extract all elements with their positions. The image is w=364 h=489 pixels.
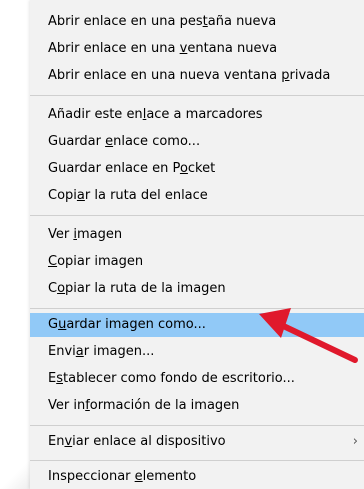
menu-item-text: Guardar [48,134,106,149]
menu-item-accesskey: v [64,434,73,449]
menu-item-text: ace a marcadores [146,107,263,122]
menu-item-text: cket [187,161,216,176]
menu-separator [30,215,364,216]
menu-item-text: Envi [48,344,76,359]
menu-item-text: Abrir enlace en una nueva ventana [48,68,282,83]
menu-separator [30,308,364,309]
menu-item-text: ormación de la imagen [89,398,240,413]
menu-item-text: nlace como... [113,134,201,149]
menu-item-accesskey: o [57,281,66,296]
menu-item-accesskey: o [179,161,188,176]
menu-item-save-link-pocket[interactable]: Guardar enlace en Pocket [30,157,364,181]
menu-item-text: opiar imagen [57,254,144,269]
menu-item-accesskey: s [56,371,63,386]
menu-item-accesskey: e [105,134,114,149]
menu-item-open-link-new-tab[interactable]: Abrir enlace en una pestaña nueva [30,10,364,34]
context-menu: Abrir enlace en una pestaña nueva Abrir … [30,0,364,489]
menu-item-view-image-info[interactable]: Ver información de la imagen [30,394,364,418]
menu-item-text: rivada [289,68,331,83]
menu-item-accesskey: p [281,68,290,83]
menu-item-text: E [48,371,57,386]
menu-item-copy-image[interactable]: Copiar imagen [30,250,364,274]
menu-item-bookmark-link[interactable]: Añadir este enlace a marcadores [30,103,364,127]
menu-item-copy-link-path[interactable]: Copiar la ruta del enlace [30,184,364,208]
menu-item-inspect-element[interactable]: Inspeccionar elemento [30,465,364,489]
menu-item-text: Copi [48,188,77,203]
menu-item-accesskey: a [76,188,85,203]
menu-item-text: En [48,434,65,449]
menu-item-text: G [48,317,59,332]
menu-item-accesskey: a [75,344,84,359]
menu-item-text: Inspeccionar [48,469,135,484]
menu-separator [30,460,364,461]
menu-item-send-link-to-device[interactable]: Enviar enlace al dispositivo › [30,430,364,454]
menu-item-text: r la ruta del enlace [84,188,208,203]
menu-item-text: entana nueva [187,41,278,56]
menu-item-text: Ver [48,227,74,242]
menu-item-open-link-new-window[interactable]: Abrir enlace en una ventana nueva [30,37,364,61]
menu-item-text: Guardar enlace en P [48,161,180,176]
menu-item-text: Ver in [48,398,86,413]
menu-item-open-link-private-window[interactable]: Abrir enlace en una nueva ventana privad… [30,64,364,88]
menu-item-view-image[interactable]: Ver imagen [30,223,364,247]
menu-separator [30,95,364,96]
menu-separator [30,425,364,426]
menu-item-text: Abrir enlace en una [48,41,180,56]
menu-item-set-desktop-background[interactable]: Establecer como fondo de escritorio... [30,367,364,391]
menu-item-accesskey: C [48,254,58,269]
menu-item-send-image[interactable]: Enviar imagen... [30,340,364,364]
menu-item-text: tablecer como fondo de escritorio... [63,371,295,386]
menu-item-accesskey: e [134,469,143,484]
menu-item-save-image-as[interactable]: Guardar imagen como... [30,313,364,337]
menu-item-text: aña nueva [207,14,277,29]
menu-item-text: piar la ruta de la imagen [65,281,226,296]
menu-item-text: iar enlace al dispositivo [72,434,226,449]
chevron-right-icon: › [352,434,358,449]
menu-item-text: Abrir enlace en una pes [48,14,203,29]
menu-item-text: magen [76,227,123,242]
menu-item-text: C [48,281,58,296]
menu-item-text: lemento [142,469,197,484]
screenshot-canvas: Abrir enlace en una pestaña nueva Abrir … [0,0,364,489]
menu-item-copy-image-path[interactable]: Copiar la ruta de la imagen [30,277,364,301]
menu-item-text: ardar imagen como... [66,317,206,332]
menu-item-save-link-as[interactable]: Guardar enlace como... [30,130,364,154]
menu-item-text: Añadir este en [48,107,143,122]
menu-item-text: r imagen... [83,344,155,359]
